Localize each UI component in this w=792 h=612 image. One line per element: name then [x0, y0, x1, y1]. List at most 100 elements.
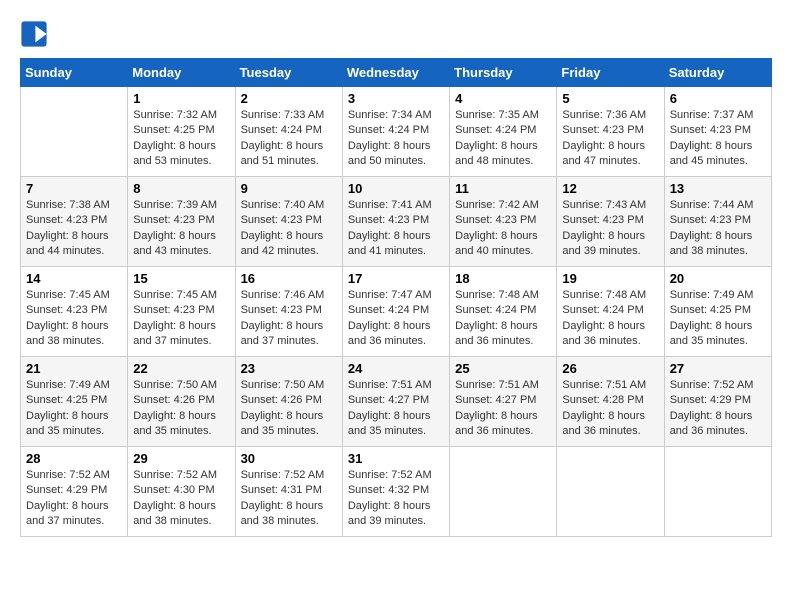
day-info: Sunrise: 7:33 AM Sunset: 4:24 PM Dayligh… [241, 108, 337, 170]
day-number: 17 [348, 271, 444, 286]
day-number: 10 [348, 181, 444, 196]
calendar-cell: 31 Sunrise: 7:52 AM Sunset: 4:32 PM Dayli… [342, 447, 449, 537]
day-info: Sunrise: 7:36 AM Sunset: 4:23 PM Dayligh… [562, 108, 658, 170]
calendar-cell: 19Sunrise: 7:48 AM Sunset: 4:24 PM Dayli… [557, 267, 664, 357]
day-number: 6 [670, 91, 766, 106]
day-info: Sunrise: 7:52 AM Sunset: 4:30 PM Dayligh… [133, 468, 229, 530]
calendar-header-row: SundayMondayTuesdayWednesdayThursdayFrid… [21, 59, 772, 87]
logo-icon [20, 20, 48, 48]
day-header-saturday: Saturday [664, 59, 771, 87]
calendar-cell: 15 Sunrise: 7:45 AM Sunset: 4:23 PM Dayli… [128, 267, 235, 357]
day-number: 16 [241, 271, 337, 286]
calendar-cell: 25Sunrise: 7:51 AM Sunset: 4:27 PM Dayli… [450, 357, 557, 447]
day-number: 11 [455, 181, 551, 196]
day-info: Sunrise: 7:45 AM Sunset: 4:23 PM Dayligh… [133, 288, 229, 350]
calendar-cell: 3 Sunrise: 7:34 AM Sunset: 4:24 PM Daylig… [342, 87, 449, 177]
day-number: 31 [348, 451, 444, 466]
calendar-cell: 5 Sunrise: 7:36 AM Sunset: 4:23 PM Daylig… [557, 87, 664, 177]
calendar-cell: 12 Sunrise: 7:43 AM Sunset: 4:23 PM Dayli… [557, 177, 664, 267]
day-info: Sunrise: 7:49 AM Sunset: 4:25 PM Dayligh… [26, 378, 122, 440]
day-number: 7 [26, 181, 122, 196]
day-number: 4 [455, 91, 551, 106]
day-info: Sunrise: 7:48 AM Sunset: 4:24 PM Dayligh… [455, 288, 551, 350]
day-header-friday: Friday [557, 59, 664, 87]
calendar-cell: 18 Sunrise: 7:48 AM Sunset: 4:24 PM Dayli… [450, 267, 557, 357]
calendar-cell: 17 Sunrise: 7:47 AM Sunset: 4:24 PM Dayli… [342, 267, 449, 357]
day-info: Sunrise: 7:32 AM Sunset: 4:25 PM Dayligh… [133, 108, 229, 170]
day-info: Sunrise: 7:34 AM Sunset: 4:24 PM Dayligh… [348, 108, 444, 170]
calendar-cell: 14 Sunrise: 7:45 AM Sunset: 4:23 PM Dayli… [21, 267, 128, 357]
calendar: SundayMondayTuesdayWednesdayThursdayFrid… [20, 58, 772, 537]
calendar-week-row: 28 Sunrise: 7:52 AM Sunset: 4:29 PM Dayli… [21, 447, 772, 537]
day-info: Sunrise: 7:42 AM Sunset: 4:23 PM Dayligh… [455, 198, 551, 260]
day-number: 13 [670, 181, 766, 196]
day-number: 5 [562, 91, 658, 106]
calendar-cell: 10 Sunrise: 7:41 AM Sunset: 4:23 PM Dayli… [342, 177, 449, 267]
day-info: Sunrise: 7:52 AM Sunset: 4:29 PM Dayligh… [670, 378, 766, 440]
day-info: Sunrise: 7:41 AM Sunset: 4:23 PM Dayligh… [348, 198, 444, 260]
day-info: Sunrise: 7:43 AM Sunset: 4:23 PM Dayligh… [562, 198, 658, 260]
day-info: Sunrise: 7:38 AM Sunset: 4:23 PM Dayligh… [26, 198, 122, 260]
day-info: Sunrise: 7:50 AM Sunset: 4:26 PM Dayligh… [241, 378, 337, 440]
day-number: 22 [133, 361, 229, 376]
day-info: Sunrise: 7:48 AM Sunset: 4:24 PM Dayligh… [562, 288, 658, 350]
calendar-cell: 21Sunrise: 7:49 AM Sunset: 4:25 PM Dayli… [21, 357, 128, 447]
day-number: 28 [26, 451, 122, 466]
day-number: 15 [133, 271, 229, 286]
calendar-cell [557, 447, 664, 537]
header [20, 20, 772, 48]
calendar-cell: 20 Sunrise: 7:49 AM Sunset: 4:25 PM Dayli… [664, 267, 771, 357]
calendar-cell: 4 Sunrise: 7:35 AM Sunset: 4:24 PM Daylig… [450, 87, 557, 177]
day-info: Sunrise: 7:51 AM Sunset: 4:27 PM Dayligh… [348, 378, 444, 440]
calendar-week-row: 7 Sunrise: 7:38 AM Sunset: 4:23 PM Daylig… [21, 177, 772, 267]
calendar-cell: 16 Sunrise: 7:46 AM Sunset: 4:23 PM Dayli… [235, 267, 342, 357]
day-number: 14 [26, 271, 122, 286]
calendar-cell: 30Sunrise: 7:52 AM Sunset: 4:31 PM Dayli… [235, 447, 342, 537]
calendar-cell: 13Sunrise: 7:44 AM Sunset: 4:23 PM Dayli… [664, 177, 771, 267]
day-info: Sunrise: 7:35 AM Sunset: 4:24 PM Dayligh… [455, 108, 551, 170]
calendar-cell [450, 447, 557, 537]
day-number: 18 [455, 271, 551, 286]
day-number: 12 [562, 181, 658, 196]
calendar-cell: 6 Sunrise: 7:37 AM Sunset: 4:23 PM Daylig… [664, 87, 771, 177]
calendar-cell: 26Sunrise: 7:51 AM Sunset: 4:28 PM Dayli… [557, 357, 664, 447]
day-info: Sunrise: 7:52 AM Sunset: 4:29 PM Dayligh… [26, 468, 122, 530]
day-info: Sunrise: 7:50 AM Sunset: 4:26 PM Dayligh… [133, 378, 229, 440]
day-info: Sunrise: 7:47 AM Sunset: 4:24 PM Dayligh… [348, 288, 444, 350]
calendar-cell: 23 Sunrise: 7:50 AM Sunset: 4:26 PM Dayli… [235, 357, 342, 447]
calendar-cell: 22 Sunrise: 7:50 AM Sunset: 4:26 PM Dayli… [128, 357, 235, 447]
calendar-cell: 2Sunrise: 7:33 AM Sunset: 4:24 PM Daylig… [235, 87, 342, 177]
day-number: 23 [241, 361, 337, 376]
day-info: Sunrise: 7:45 AM Sunset: 4:23 PM Dayligh… [26, 288, 122, 350]
day-number: 27 [670, 361, 766, 376]
day-info: Sunrise: 7:51 AM Sunset: 4:27 PM Dayligh… [455, 378, 551, 440]
calendar-week-row: 14 Sunrise: 7:45 AM Sunset: 4:23 PM Dayli… [21, 267, 772, 357]
calendar-cell: 7 Sunrise: 7:38 AM Sunset: 4:23 PM Daylig… [21, 177, 128, 267]
calendar-cell: 24 Sunrise: 7:51 AM Sunset: 4:27 PM Dayli… [342, 357, 449, 447]
day-number: 24 [348, 361, 444, 376]
day-number: 9 [241, 181, 337, 196]
day-number: 8 [133, 181, 229, 196]
day-number: 29 [133, 451, 229, 466]
day-number: 30 [241, 451, 337, 466]
day-header-tuesday: Tuesday [235, 59, 342, 87]
calendar-week-row: 21Sunrise: 7:49 AM Sunset: 4:25 PM Dayli… [21, 357, 772, 447]
calendar-cell: 28 Sunrise: 7:52 AM Sunset: 4:29 PM Dayli… [21, 447, 128, 537]
logo [20, 20, 52, 48]
calendar-cell: 8 Sunrise: 7:39 AM Sunset: 4:23 PM Daylig… [128, 177, 235, 267]
day-header-monday: Monday [128, 59, 235, 87]
calendar-cell: 11 Sunrise: 7:42 AM Sunset: 4:23 PM Dayli… [450, 177, 557, 267]
day-info: Sunrise: 7:52 AM Sunset: 4:32 PM Dayligh… [348, 468, 444, 530]
day-info: Sunrise: 7:37 AM Sunset: 4:23 PM Dayligh… [670, 108, 766, 170]
day-header-sunday: Sunday [21, 59, 128, 87]
calendar-cell: 1Sunrise: 7:32 AM Sunset: 4:25 PM Daylig… [128, 87, 235, 177]
calendar-week-row: 1Sunrise: 7:32 AM Sunset: 4:25 PM Daylig… [21, 87, 772, 177]
day-info: Sunrise: 7:46 AM Sunset: 4:23 PM Dayligh… [241, 288, 337, 350]
day-number: 26 [562, 361, 658, 376]
calendar-cell [664, 447, 771, 537]
day-info: Sunrise: 7:39 AM Sunset: 4:23 PM Dayligh… [133, 198, 229, 260]
day-number: 3 [348, 91, 444, 106]
day-info: Sunrise: 7:49 AM Sunset: 4:25 PM Dayligh… [670, 288, 766, 350]
day-number: 20 [670, 271, 766, 286]
day-info: Sunrise: 7:40 AM Sunset: 4:23 PM Dayligh… [241, 198, 337, 260]
